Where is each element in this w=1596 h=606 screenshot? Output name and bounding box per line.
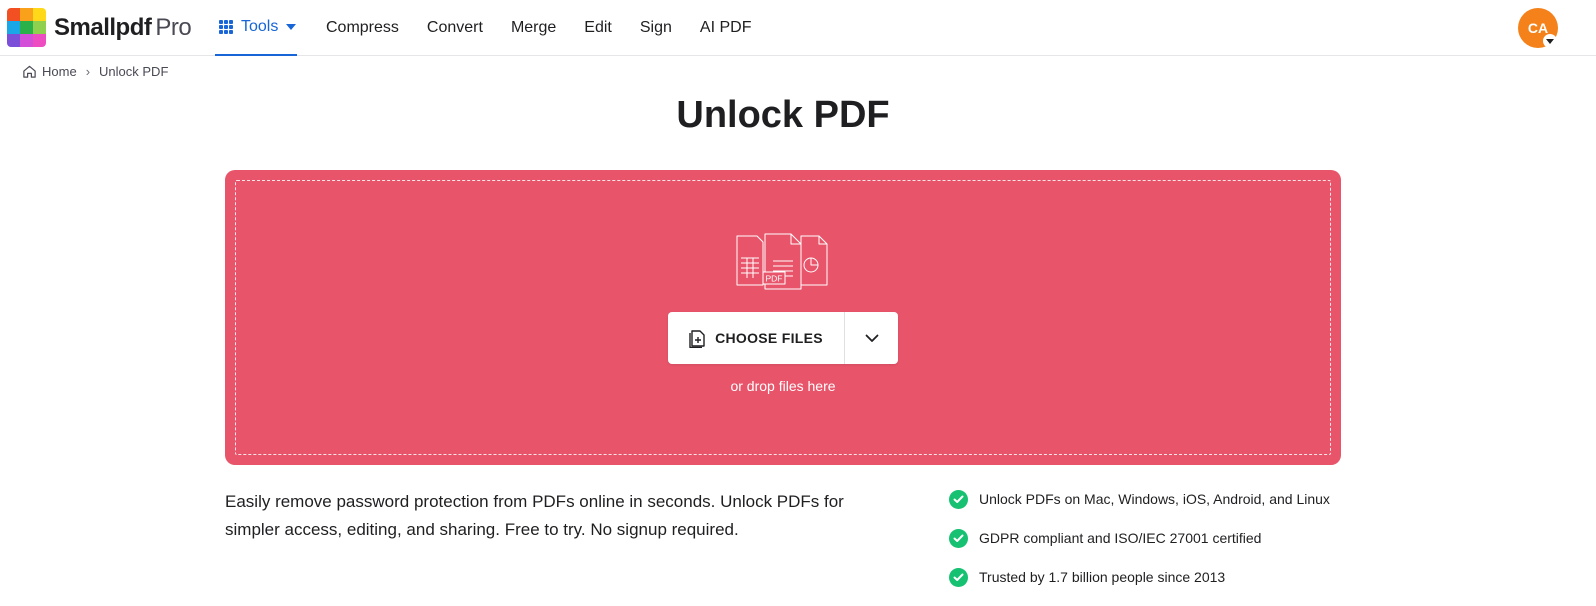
feature-list: Unlock PDFs on Mac, Windows, iOS, Androi… (949, 489, 1330, 606)
logo-tile (33, 8, 46, 21)
nav-tools-menu[interactable]: Tools (215, 0, 297, 56)
choose-files-label: CHOOSE FILES (715, 330, 823, 346)
logo-tile (20, 34, 33, 47)
breadcrumb-current: Unlock PDF (99, 64, 169, 79)
nav-ai-pdf[interactable]: AI PDF (700, 19, 752, 37)
brand-logo[interactable]: Smallpdf Pro (7, 8, 192, 47)
page-title: Unlock PDF (676, 94, 890, 136)
tool-description: Easily remove password protection from P… (225, 492, 844, 539)
caret-down-icon (286, 24, 297, 30)
feature-item: Unlock PDFs on Mac, Windows, iOS, Androi… (949, 489, 1330, 509)
nav-convert[interactable]: Convert (427, 19, 483, 37)
avatar-menu-caret-icon[interactable] (1543, 34, 1557, 48)
logo-tile (20, 8, 33, 21)
logo-tile (33, 34, 46, 47)
logo-tile (20, 21, 33, 34)
add-file-icon (689, 330, 705, 348)
logo-tile (7, 21, 20, 34)
smallpdf-logo-icon (7, 8, 46, 47)
feature-item: GDPR compliant and ISO/IEC 27001 certifi… (949, 528, 1330, 548)
nav-sign[interactable]: Sign (640, 19, 672, 37)
check-circle-icon (949, 528, 968, 548)
choose-files-group: CHOOSE FILES (668, 312, 898, 364)
documents-illustration-icon: PDF (736, 233, 828, 290)
feature-text: Trusted by 1.7 billion people since 2013 (979, 569, 1226, 585)
chevron-down-icon (865, 334, 878, 342)
logo-tile (7, 8, 20, 21)
brand-wordmark: Smallpdf Pro (54, 13, 192, 42)
breadcrumb: Home › Unlock PDF (22, 64, 168, 79)
nav-tools-label: Tools (241, 18, 279, 35)
nav-compress[interactable]: Compress (326, 19, 399, 37)
nav-edit[interactable]: Edit (584, 19, 612, 37)
upload-source-dropdown[interactable] (845, 312, 898, 364)
check-circle-icon (949, 567, 968, 587)
top-header: Smallpdf Pro Tools Compress Convert Merge… (0, 0, 1596, 56)
breadcrumb-separator: › (85, 64, 91, 79)
logo-tile (7, 34, 20, 47)
apps-grid-icon (219, 20, 233, 34)
illustration-pdf-badge: PDF (766, 274, 783, 284)
main-nav: Tools Compress Convert Merge Edit Sign A… (215, 0, 751, 56)
check-circle-icon (949, 489, 968, 509)
breadcrumb-home[interactable]: Home (42, 64, 77, 79)
file-dropzone[interactable]: PDF CHOOSE FILES or drop files here (225, 170, 1341, 465)
feature-item: Trusted by 1.7 billion people since 2013 (949, 567, 1330, 587)
feature-text: Unlock PDFs on Mac, Windows, iOS, Androi… (979, 491, 1330, 507)
brand-name: Smallpdf (54, 13, 152, 41)
brand-tier: Pro (155, 13, 192, 41)
drop-hint-text: or drop files here (730, 378, 836, 394)
feature-text: GDPR compliant and ISO/IEC 27001 certifi… (979, 530, 1262, 546)
nav-merge[interactable]: Merge (511, 19, 556, 37)
logo-tile (33, 21, 46, 34)
choose-files-button[interactable]: CHOOSE FILES (668, 312, 845, 364)
home-icon (23, 65, 36, 78)
